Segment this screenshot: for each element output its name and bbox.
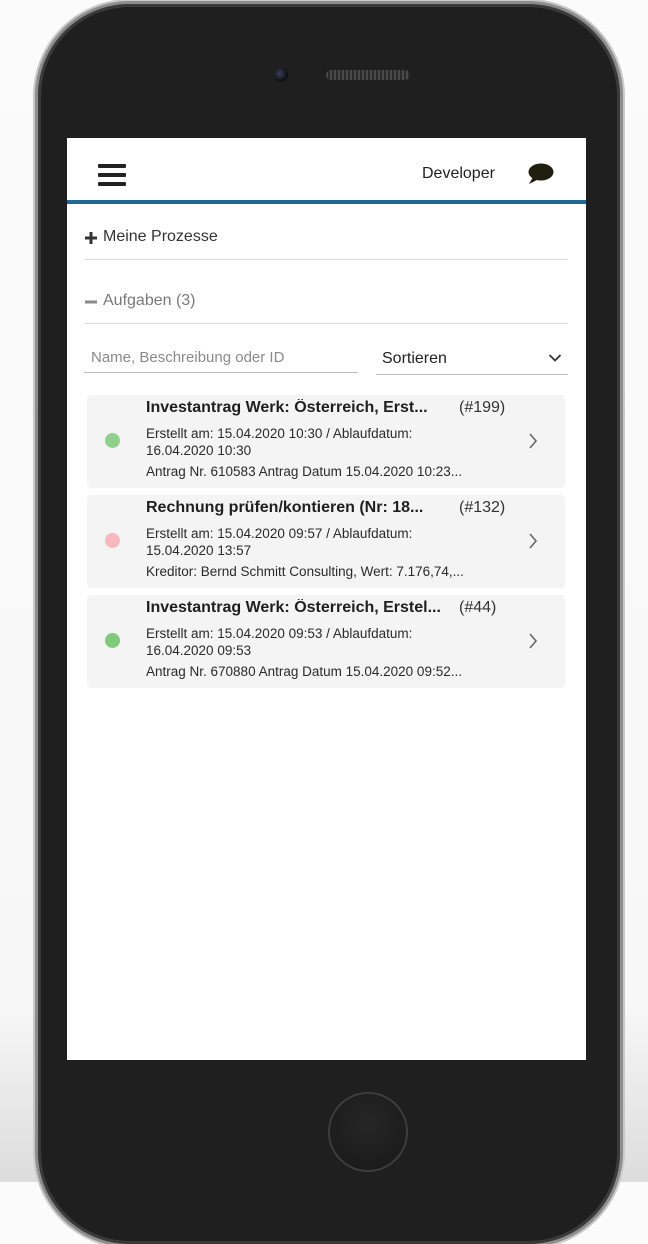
chevron-down-icon <box>548 354 562 362</box>
chevron-right-icon <box>529 533 538 549</box>
user-name: Developer <box>422 165 495 182</box>
sort-dropdown[interactable]: Sortieren <box>376 343 568 375</box>
task-title: Investantrag Werk: Österreich, Erst... <box>146 399 428 416</box>
hamburger-icon[interactable] <box>98 164 126 186</box>
chevron-right-icon <box>529 433 538 449</box>
status-indicator <box>105 433 120 448</box>
section-tasks[interactable]: Aufgaben (3) <box>84 292 568 324</box>
section-label-tasks: Aufgaben (3) <box>103 292 196 309</box>
task-id: (#132) <box>459 499 506 516</box>
status-indicator <box>105 533 120 548</box>
task-title: Rechnung prüfen/kontieren (Nr: 18... <box>146 499 424 516</box>
section-label-processes: Meine Prozesse <box>103 228 218 245</box>
section-my-processes[interactable]: Meine Prozesse <box>84 228 568 260</box>
home-button[interactable] <box>328 1092 408 1172</box>
status-indicator <box>105 633 120 648</box>
search-input[interactable] <box>84 343 358 373</box>
sort-label: Sortieren <box>382 350 447 367</box>
plus-icon <box>85 232 97 244</box>
task-dates: Erstellt am: 15.04.2020 09:53 / Ablaufda… <box>146 626 413 658</box>
power-button <box>620 238 624 316</box>
task-title: Investantrag Werk: Österreich, Erstel... <box>146 599 441 616</box>
app-screen: Developer Meine Prozesse Aufgaben (3) So… <box>67 138 586 1060</box>
task-dates: Erstellt am: 15.04.2020 10:30 / Ablaufda… <box>146 426 413 458</box>
chevron-right-icon <box>529 633 538 649</box>
front-camera <box>274 68 288 82</box>
app-header: Developer <box>67 138 586 204</box>
task-dates: Erstellt am: 15.04.2020 09:57 / Ablaufda… <box>146 526 413 558</box>
earpiece-speaker <box>326 70 410 80</box>
task-card[interactable]: Investantrag Werk: Österreich, Erstel...… <box>87 595 565 688</box>
task-id: (#44) <box>459 599 497 616</box>
speech-bubble-icon[interactable] <box>527 162 555 186</box>
task-card[interactable]: Investantrag Werk: Österreich, Erst... (… <box>87 395 565 488</box>
task-card[interactable]: Rechnung prüfen/kontieren (Nr: 18... (#1… <box>87 495 565 588</box>
minus-icon <box>85 300 97 304</box>
task-details: Kreditor: Bernd Schmitt Consulting, Wert… <box>146 564 464 579</box>
task-id: (#199) <box>459 399 506 416</box>
task-details: Antrag Nr. 670880 Antrag Datum 15.04.202… <box>146 664 462 679</box>
task-details: Antrag Nr. 610583 Antrag Datum 15.04.202… <box>146 464 462 479</box>
